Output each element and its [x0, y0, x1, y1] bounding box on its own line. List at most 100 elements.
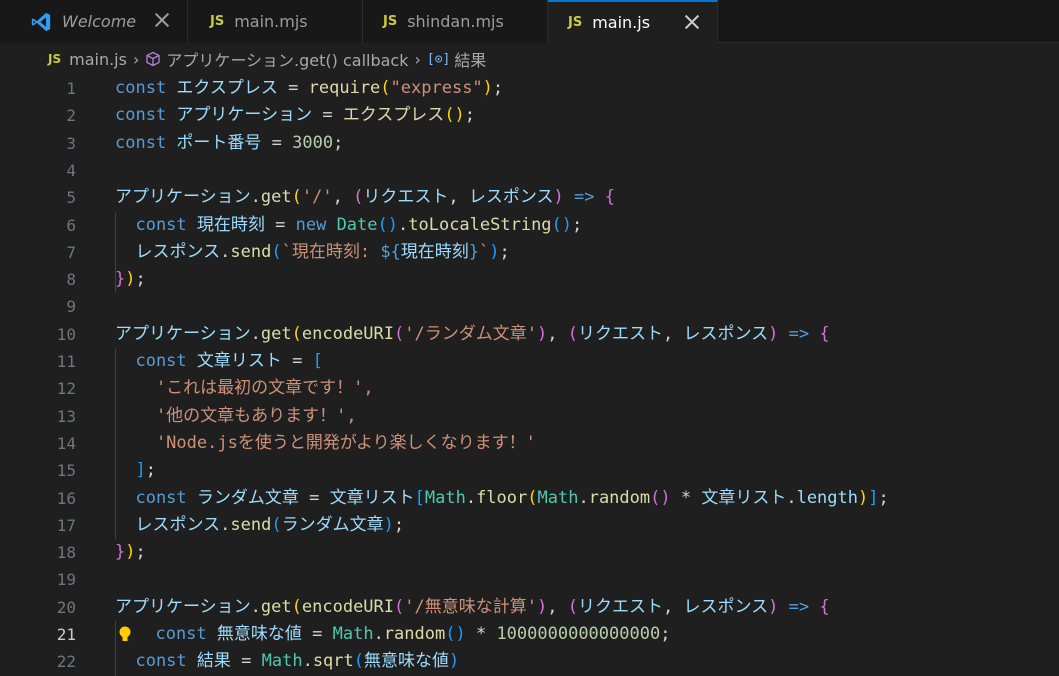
code-token: [ — [414, 487, 425, 508]
code-token: ( — [394, 596, 405, 617]
code-token: = — [281, 351, 313, 371]
line-number: 19 — [56, 570, 76, 590]
code-line[interactable]: 12 'これは最初の文章です！', — [0, 375, 1059, 402]
lightbulb-icon[interactable] — [118, 625, 132, 645]
code-editor[interactable]: 1 const エクスプレス = require("express"); 2 cons… — [0, 75, 1059, 676]
line-number: 20 — [56, 597, 76, 617]
code-line[interactable]: 8}); — [0, 266, 1059, 293]
code-token: encodeURI — [301, 323, 395, 344]
code-line[interactable]: 14 'Node.jsを使うと開発がより楽しくなります！' — [0, 430, 1059, 457]
code-line[interactable]: 18}); — [0, 539, 1059, 566]
code-token: , — [662, 596, 684, 617]
code-line[interactable]: 15 ]; — [0, 457, 1059, 484]
code-token: ( — [291, 187, 302, 208]
code-text: アプリケーション.get(encodeURI('/ランダム文章'), (リクエス… — [115, 321, 830, 348]
code-token: ) — [489, 241, 500, 262]
code-token: リクエスト — [577, 596, 663, 617]
code-token: . — [786, 487, 797, 508]
code-token: get — [260, 596, 292, 617]
code-token: () — [444, 105, 465, 126]
code-token: "express" — [390, 78, 483, 98]
code-token: const — [115, 132, 177, 153]
code-token: () — [551, 214, 573, 235]
line-number: 17 — [56, 515, 76, 535]
code-token: . — [302, 651, 313, 672]
tab-welcome[interactable]: Welcome — [0, 0, 188, 43]
close-icon[interactable] — [683, 13, 701, 31]
code-token: ; — [145, 460, 156, 481]
code-token: ; — [393, 514, 405, 535]
code-token: ) — [768, 323, 779, 344]
code-line[interactable]: 4 — [0, 157, 1059, 184]
code-line[interactable]: 11 const 文章リスト = [ — [0, 348, 1059, 375]
code-line[interactable]: 16 const ランダム文章 = 文章リスト[Math.floor(Math.… — [0, 485, 1059, 512]
code-token: => — [778, 596, 820, 617]
code-token: ) — [553, 187, 564, 208]
code-token: ${ — [380, 241, 401, 262]
line-number: 15 — [56, 461, 76, 481]
code-token: . — [250, 187, 261, 208]
code-token: ] — [115, 460, 146, 481]
tab-shindan-mjs[interactable]: JS shindan.mjs — [363, 0, 548, 43]
code-token: Math — [261, 651, 303, 672]
code-token: アプリケーション — [115, 596, 251, 617]
code-text: アプリケーション.get(encodeURI('/無意味な計算'), (リクエス… — [115, 594, 830, 621]
code-token: send — [230, 514, 272, 535]
code-line[interactable]: 9 — [0, 293, 1059, 320]
code-line[interactable]: 10 アプリケーション.get(encodeURI('/ランダム文章'), (リク… — [0, 321, 1059, 348]
code-token: エクスプレス — [342, 105, 445, 126]
code-line[interactable]: 21 const 無意味な値 = Math.random() * 1000000… — [0, 621, 1059, 648]
code-line[interactable]: 1 const エクスプレス = require("express"); — [0, 75, 1059, 102]
code-token: ) — [768, 596, 779, 617]
code-line[interactable]: 13 '他の文章もあります！', — [0, 403, 1059, 430]
code-line[interactable]: 5 アプリケーション.get('/', (リクエスト, レスポンス) => { — [0, 184, 1059, 211]
code-token: ; — [499, 241, 510, 262]
code-token: リクエスト — [577, 323, 663, 344]
vscode-icon — [31, 12, 51, 31]
code-token: ( — [291, 596, 302, 617]
variable-icon: [⊙] — [426, 51, 451, 67]
code-token: encodeURI — [301, 596, 395, 617]
code-line[interactable]: 22 const 結果 = Math.sqrt(無意味な値) — [0, 648, 1059, 675]
code-token: ポート番号 — [176, 132, 262, 153]
code-line[interactable]: 2 const アプリケーション = エクスプレス(); — [0, 102, 1059, 129]
line-number: 1 — [66, 79, 76, 98]
code-token: ` — [479, 241, 490, 262]
code-token: ] — [868, 487, 879, 508]
code-token: . — [220, 514, 231, 535]
code-text: const エクスプレス = require("express"); — [115, 75, 503, 102]
breadcrumb-file[interactable]: main.js — [69, 50, 127, 69]
tab-main-mjs[interactable]: JS main.mjs — [188, 0, 363, 43]
breadcrumb-scope[interactable]: アプリケーション.get() callback — [166, 47, 408, 71]
code-token: const — [115, 487, 197, 508]
code-text: 'Node.jsを使うと開発がより楽しくなります！' — [115, 430, 536, 457]
code-token: ; — [572, 214, 583, 235]
code-line[interactable]: 19 — [0, 566, 1059, 593]
code-token: ( — [353, 651, 365, 672]
code-line[interactable]: 7 レスポンス.send(`現在時刻: ${現在時刻}`); — [0, 239, 1059, 266]
code-token: length — [796, 487, 858, 508]
close-icon[interactable] — [153, 11, 171, 29]
code-token: レスポンス — [468, 187, 554, 208]
code-token: ) — [449, 651, 460, 672]
code-text: const ポート番号 = 3000; — [115, 130, 343, 157]
code-line[interactable]: 6 const 現在時刻 = new Date().toLocaleString… — [0, 212, 1059, 239]
code-token: 文章リスト — [329, 487, 415, 508]
code-token: ; — [135, 542, 146, 563]
code-line[interactable]: 17 レスポンス.send(ランダム文章); — [0, 512, 1059, 539]
code-text: レスポンス.send(`現在時刻: ${現在時刻}`); — [115, 239, 510, 266]
code-text: const 無意味な値 = Math.random() * 1000000000… — [135, 621, 670, 648]
breadcrumb-symbol[interactable]: 結果 — [454, 47, 486, 71]
code-line[interactable]: 20 アプリケーション.get(encodeURI('/無意味な計算'), (リク… — [0, 594, 1059, 621]
code-token: アプリケーション — [115, 187, 251, 208]
code-token: ; — [333, 132, 344, 153]
code-token: ; — [492, 78, 504, 98]
tab-main-js[interactable]: JS main.js — [548, 0, 718, 43]
code-token: ; — [464, 105, 476, 126]
tab-label: shindan.mjs — [407, 12, 504, 31]
code-token: get — [260, 323, 292, 344]
code-text: const 結果 = Math.sqrt(無意味な値) — [115, 648, 459, 675]
code-line[interactable]: 3 const ポート番号 = 3000; — [0, 130, 1059, 157]
code-token: ( — [567, 323, 578, 344]
code-token: 'これは最初の文章です！', — [115, 378, 374, 399]
